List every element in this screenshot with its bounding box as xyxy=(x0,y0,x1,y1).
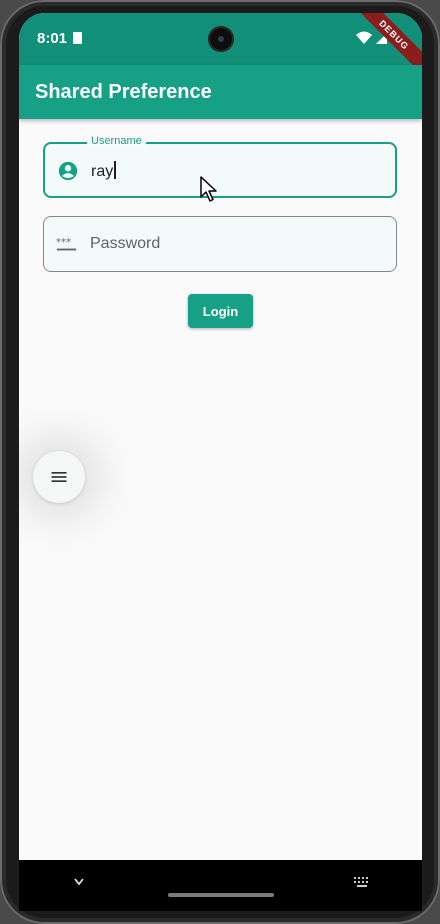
password-input[interactable]: Password xyxy=(90,235,160,253)
menu-icon xyxy=(51,472,67,482)
menu-button[interactable] xyxy=(33,451,85,503)
username-label: Username xyxy=(87,135,146,147)
app-bar: Shared Preference xyxy=(19,65,422,119)
home-gesture-bar[interactable] xyxy=(168,893,274,897)
system-navigation-bar xyxy=(19,860,422,911)
chevron-down-icon[interactable] xyxy=(71,876,87,888)
username-input[interactable]: ray xyxy=(91,161,116,181)
sim-card-icon xyxy=(73,32,82,44)
app-screen: 8:01 DEBUG Shared Preference Username ra… xyxy=(19,13,422,911)
keyboard-icon[interactable] xyxy=(353,876,371,888)
wifi-icon xyxy=(356,31,372,44)
mouse-pointer-icon xyxy=(200,176,217,202)
password-dots-icon: *** xyxy=(56,237,77,251)
app-title: Shared Preference xyxy=(35,81,212,103)
login-button[interactable]: Login xyxy=(188,294,253,328)
front-camera xyxy=(208,26,234,52)
status-bar: 8:01 DEBUG xyxy=(19,13,422,84)
account-circle-icon xyxy=(58,161,78,181)
username-value: ray xyxy=(91,163,114,180)
text-caret xyxy=(114,161,116,179)
svg-text:***: *** xyxy=(56,237,71,248)
password-field[interactable]: *** Password xyxy=(43,216,397,272)
status-time: 8:01 xyxy=(37,30,68,47)
